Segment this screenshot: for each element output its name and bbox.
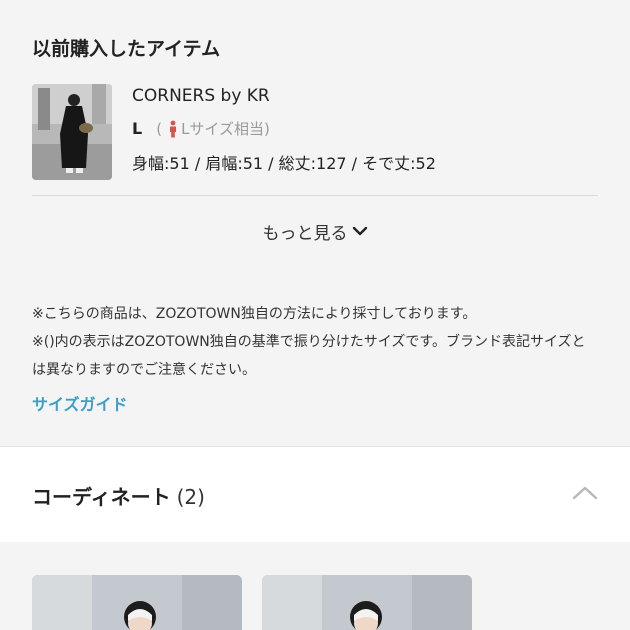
size-equivalent: Lサイズ相当	[181, 120, 264, 138]
chevron-down-icon	[352, 226, 367, 236]
item-measurements: 身幅:51 / 肩幅:51 / 総丈:127 / そで丈:52	[132, 154, 436, 173]
show-more-button[interactable]: もっと見る	[0, 210, 630, 252]
coordinate-title: コーディネート	[32, 485, 171, 509]
size-guide-link[interactable]: サイズガイド	[32, 391, 128, 415]
note-line: ※()内の表示はZOZOTOWN独自の基準で振り分けたサイズです。ブランド表記サ…	[32, 334, 586, 378]
coordinate-title-row: コーディネート (2)	[32, 481, 205, 510]
show-more-label: もっと見る	[262, 223, 348, 244]
item-size-row: L ( Lサイズ相当 )	[132, 118, 270, 139]
coordinate-photo-icon	[262, 575, 472, 630]
size-paren-close: )	[263, 119, 270, 138]
section-title: 以前購入したアイテム	[32, 38, 221, 60]
item-brand: CORNERS by KR	[132, 86, 270, 106]
coordinate-count: (2)	[176, 485, 205, 509]
chevron-up-icon[interactable]	[572, 485, 598, 501]
item-thumbnail[interactable]	[32, 84, 112, 180]
previous-purchases-section: 以前購入したアイテム CORNERS by KR L ( Lサイズ相当 ) 身幅…	[0, 0, 630, 446]
note-line: ※こちらの商品は、ZOZOTOWN独自の方法により採寸しております。	[32, 306, 477, 322]
size-notes: ※こちらの商品は、ZOZOTOWN独自の方法により採寸しております。 ※()内の…	[32, 300, 598, 384]
coordinate-card[interactable]	[32, 575, 242, 630]
item-size: L	[132, 119, 143, 138]
size-paren-open: (	[156, 119, 163, 138]
coordinate-card[interactable]	[262, 575, 472, 630]
coordinate-photo-icon	[32, 575, 242, 630]
divider	[32, 195, 598, 196]
person-icon	[168, 120, 178, 138]
coordinate-list	[0, 542, 630, 630]
coordinate-header[interactable]: コーディネート (2)	[0, 446, 630, 542]
